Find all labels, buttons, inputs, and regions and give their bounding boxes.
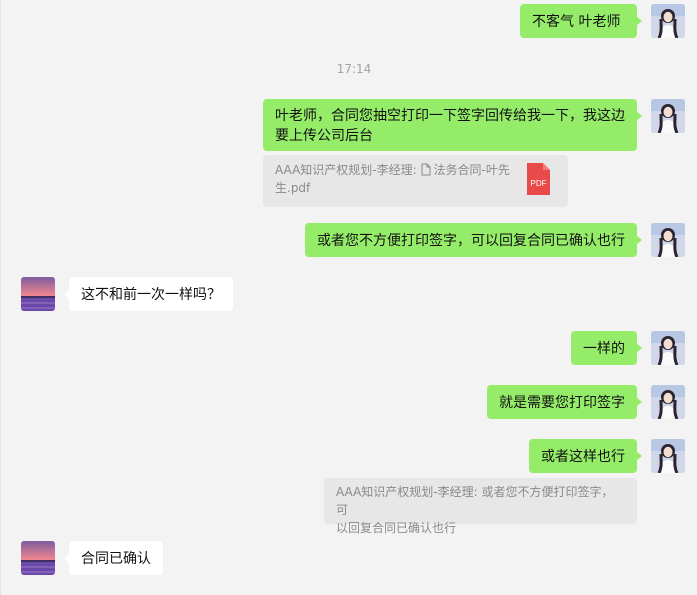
contact-avatar-image [21,277,55,311]
quoted-file-text: AAA知识产权规划-李经理: 法务合同-叶先 生.pdf [275,161,517,197]
sent-message-bubble[interactable]: 不客气 叶老师 [520,4,642,38]
message-text-line: 要上传公司后台 [275,128,373,144]
sent-message-bubble[interactable]: 一样的 [571,331,642,365]
sent-message-bubble[interactable]: 就是需要您打印签字 [487,385,642,419]
quoted-file-name: 法务合同-叶先 [433,163,510,177]
window-left-border [0,0,1,595]
self-avatar-image [651,439,685,473]
self-avatar-image [651,4,685,38]
self-avatar[interactable] [651,439,685,473]
quote-sender-prefix: AAA知识产权规划-李经理: [275,163,421,177]
pdf-file-icon: PDF [527,163,550,195]
self-avatar-image [651,99,685,133]
sent-message-bubble[interactable]: 或者这样也行 [529,439,642,473]
self-avatar[interactable] [651,331,685,365]
message-timestamp: 17:14 [336,62,372,76]
self-avatar-image [651,385,685,419]
self-avatar[interactable] [651,223,685,257]
quoted-message-line: 以回复合同已确认也行 [336,521,457,535]
pdf-file-label: PDF [531,179,547,188]
received-message-bubble[interactable]: 这不和前一次一样吗？ [64,277,233,311]
quoted-file-message[interactable]: AAA知识产权规划-李经理: 法务合同-叶先 生.pdf PDF [263,155,568,207]
sent-message-bubble[interactable]: 叶老师，合同您抽空打印一下签字回传给我一下，我这边 要上传公司后台 [263,99,642,151]
self-avatar-image [651,331,685,365]
self-avatar[interactable] [651,385,685,419]
sent-message-bubble[interactable]: 或者您不方便打印签字，可以回复合同已确认也行 [305,223,642,257]
contact-avatar[interactable] [21,277,55,311]
quoted-message-line: AAA知识产权规划-李经理: 或者您不方便打印签字，可 [336,485,614,517]
received-message-bubble[interactable]: 合同已确认 [64,541,163,575]
quoted-message[interactable]: AAA知识产权规划-李经理: 或者您不方便打印签字，可 以回复合同已确认也行 [324,478,637,535]
self-avatar[interactable] [651,99,685,133]
contact-avatar-image [21,541,55,575]
message-text-line: 叶老师，合同您抽空打印一下签字回传给我一下，我这边 [275,108,625,124]
self-avatar[interactable] [651,4,685,38]
contact-avatar[interactable] [21,541,55,575]
self-avatar-image [651,223,685,257]
document-icon [420,163,433,177]
quoted-file-name-continued: 生.pdf [275,181,311,195]
